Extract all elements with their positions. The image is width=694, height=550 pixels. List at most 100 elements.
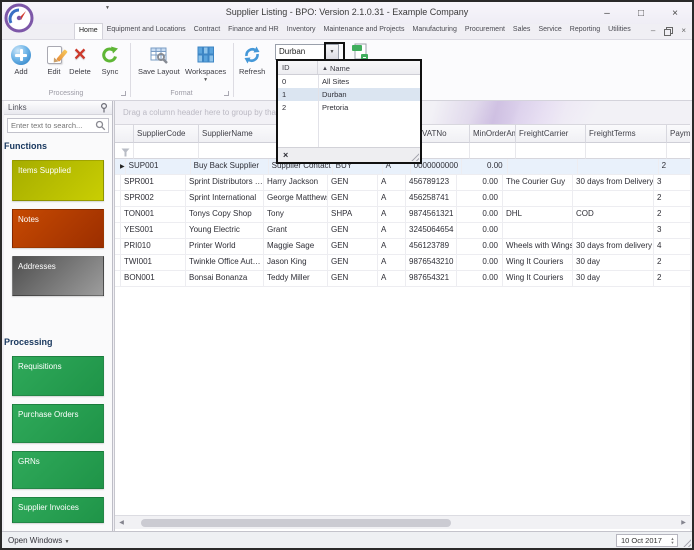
cell: A: [378, 239, 406, 255]
filter-cell-freightterms[interactable]: [586, 143, 667, 159]
open-windows-button[interactable]: Open Windows ▼: [8, 536, 69, 545]
sidebar: Links Functions Items Supplied Notes Addres…: [4, 101, 113, 531]
tab-home[interactable]: Home: [74, 23, 103, 39]
cell: Bonsai Bonanza: [186, 271, 264, 287]
filter-cell-minorderamt[interactable]: [470, 143, 516, 159]
tab-finance-and-hr[interactable]: Finance and HR: [224, 23, 283, 39]
cell: Wing It Couriers: [503, 271, 573, 287]
column-header-freightcarrier[interactable]: FreightCarrier: [516, 125, 586, 143]
edit-button[interactable]: Edit: [40, 42, 68, 78]
tab-contract[interactable]: Contract: [190, 23, 224, 39]
mdi-restore-button[interactable]: [664, 27, 674, 36]
tile-notes[interactable]: Notes: [12, 209, 104, 248]
option-name: Durban: [322, 89, 347, 99]
close-button[interactable]: ×: [666, 8, 684, 19]
filter-cell-suppliercode[interactable]: [134, 143, 199, 159]
combo-dropdown-button[interactable]: ▼: [325, 45, 338, 59]
filter-cell-vatno[interactable]: [419, 143, 470, 159]
delete-button[interactable]: × Delete: [66, 42, 94, 78]
column-header-vatno[interactable]: VATNo: [419, 125, 470, 143]
cell: GEN: [328, 223, 378, 239]
table-row[interactable]: YES001 Young Electric Grant GEN A 3245064654 0…: [115, 223, 690, 239]
cell: George Matthews: [264, 191, 328, 207]
ribbon-tabs: Home Equipment and Locations Contract Finan…: [74, 23, 635, 39]
minimize-button[interactable]: –: [598, 8, 616, 19]
tab-reporting[interactable]: Reporting: [566, 23, 604, 39]
cell: 0.00: [457, 255, 503, 271]
sync-label: Sync: [101, 67, 119, 76]
date-field[interactable]: 10 Oct 2017 ▲ ▼: [616, 534, 678, 547]
tab-service[interactable]: Service: [534, 23, 565, 39]
save-layout-button[interactable]: Save Layout: [135, 42, 183, 78]
tile-supplier-invoices[interactable]: Supplier Invoices: [12, 497, 104, 523]
column-header-paymen[interactable]: Paymen: [667, 125, 690, 143]
column-header-minorderamt[interactable]: MinOrderAmt: [470, 125, 516, 143]
search-input[interactable]: [8, 121, 95, 130]
cell: TWI001: [121, 255, 186, 271]
maximize-button[interactable]: □: [632, 8, 650, 19]
mdi-minimize-button[interactable]: –: [651, 27, 655, 35]
tab-equipment-and-locations[interactable]: Equipment and Locations: [103, 23, 190, 39]
cell: Sprint Distributors Local: [186, 175, 264, 191]
tile-grns[interactable]: GRNs: [12, 451, 104, 489]
mdi-close-button[interactable]: ×: [681, 27, 686, 35]
tile-addresses[interactable]: Addresses: [12, 256, 104, 296]
column-header-suppliercode[interactable]: SupplierCode: [134, 125, 199, 143]
tile-requisitions[interactable]: Requisitions: [12, 356, 104, 396]
tab-manufacturing[interactable]: Manufacturing: [408, 23, 460, 39]
search-icon[interactable]: [95, 120, 106, 131]
cell: A: [378, 255, 406, 271]
filter-cell-suppliername[interactable]: [199, 143, 277, 159]
site-combo[interactable]: Durban ▼: [275, 44, 339, 60]
filter-funnel-icon[interactable]: [121, 148, 130, 157]
cell: Harry Jackson: [264, 175, 328, 191]
dialog-launcher-icon[interactable]: [121, 91, 126, 96]
add-button[interactable]: Add: [7, 42, 35, 78]
cell: [503, 223, 573, 239]
status-bar: Open Windows ▼ 10 Oct 2017 ▲ ▼: [2, 531, 692, 548]
cell: 3: [654, 223, 690, 239]
pin-icon[interactable]: [100, 102, 108, 113]
table-row[interactable]: SPR002 Sprint International George Matthew…: [115, 191, 690, 207]
cell: Sprint International: [186, 191, 264, 207]
date-spinner[interactable]: ▲ ▼: [668, 536, 677, 545]
tab-sales[interactable]: Sales: [509, 23, 535, 39]
workspaces-icon: [195, 44, 217, 66]
tab-maintenance-and-projects[interactable]: Maintenance and Projects: [320, 23, 409, 39]
table-row[interactable]: PRI010 Printer World Maggie Sage GEN A 456123…: [115, 239, 690, 255]
scrollbar-thumb[interactable]: [141, 519, 451, 527]
tab-inventory[interactable]: Inventory: [283, 23, 320, 39]
table-row[interactable]: TWI001Twinkle Office AutomationJason Kin…: [115, 255, 690, 271]
dropdown-column-id[interactable]: ID: [278, 61, 318, 74]
tile-items-supplied[interactable]: Items Supplied: [12, 160, 104, 201]
tab-procurement[interactable]: Procurement: [461, 23, 509, 39]
dialog-launcher-icon[interactable]: [224, 91, 229, 96]
tile-purchase-orders[interactable]: Purchase Orders: [12, 404, 104, 443]
site-option-all-sites[interactable]: 0 All Sites: [278, 75, 420, 88]
add-icon: [10, 44, 32, 66]
workspaces-button[interactable]: Workspaces ▼: [182, 42, 229, 85]
scroll-left-icon[interactable]: ◀: [115, 519, 128, 526]
refresh-button[interactable]: Refresh: [236, 42, 268, 78]
filter-cell-freightcarrier[interactable]: [516, 143, 586, 159]
site-option-durban[interactable]: 1 Durban: [278, 88, 420, 101]
column-header-suppliername[interactable]: SupplierName: [199, 125, 277, 143]
table-row[interactable]: SPR001Sprint Distributors LocalHarry Jac…: [115, 175, 690, 191]
column-header-freightterms[interactable]: FreightTerms: [586, 125, 667, 143]
filter-cell-paymen[interactable]: [667, 143, 690, 159]
dropdown-column-name[interactable]: ▲ Name: [318, 61, 420, 74]
table-row[interactable]: BON001 Bonsai Bonanza Teddy Miller GEN A 9876…: [115, 271, 690, 287]
site-option-pretoria[interactable]: 2 Pretoria: [278, 101, 420, 114]
sync-button[interactable]: Sync: [96, 42, 124, 78]
resize-grip-icon[interactable]: [411, 153, 419, 161]
window-resize-grip-icon[interactable]: [683, 539, 691, 547]
links-panel-header[interactable]: Links: [4, 101, 112, 115]
tab-utilities[interactable]: Utilities: [604, 23, 635, 39]
dropdown-close-icon[interactable]: ×: [283, 150, 288, 160]
table-row[interactable]: TON001 Tonys Copy Shop Tony SHPA A 9874561321…: [115, 207, 690, 223]
spin-down-icon[interactable]: ▼: [671, 540, 675, 545]
mdi-controls: – ×: [651, 23, 686, 39]
scroll-right-icon[interactable]: ▶: [677, 519, 690, 526]
horizontal-scrollbar[interactable]: ◀ ▶: [115, 515, 690, 529]
app-logo-icon[interactable]: [4, 3, 34, 33]
